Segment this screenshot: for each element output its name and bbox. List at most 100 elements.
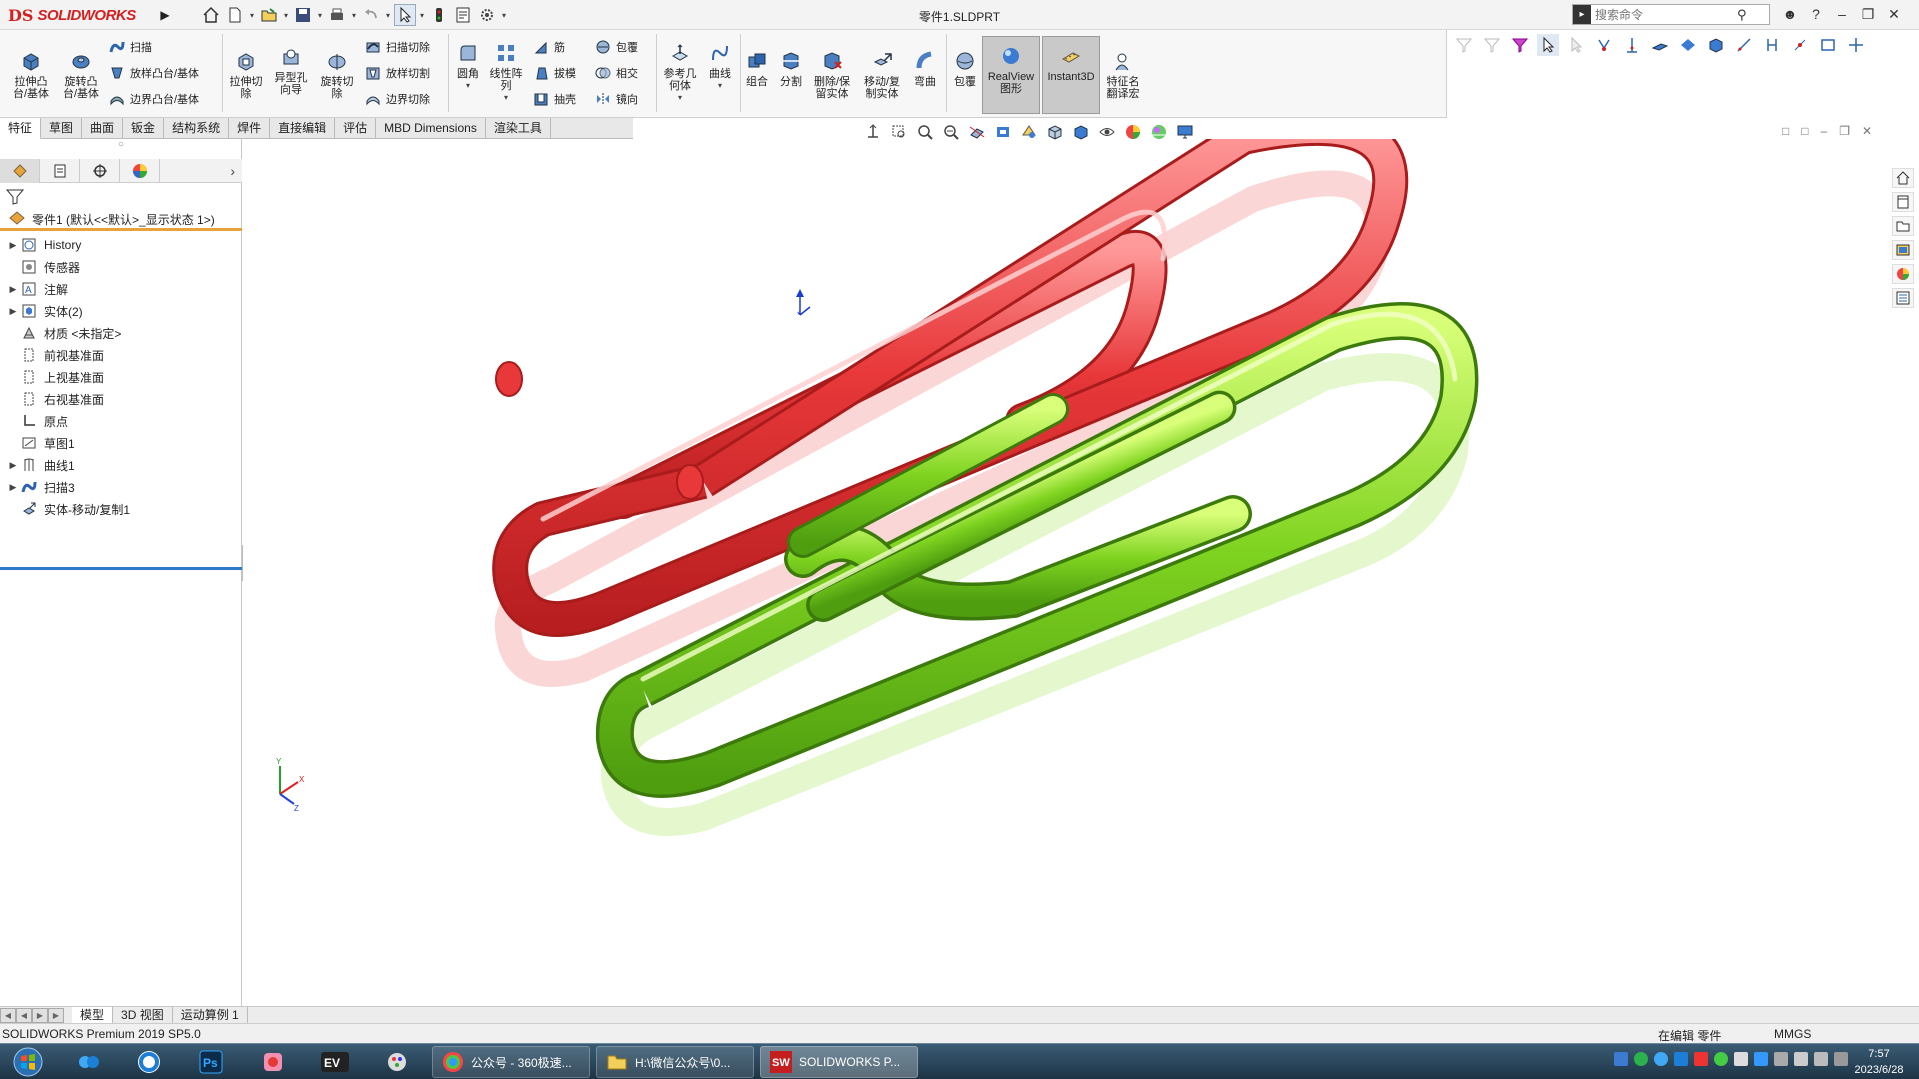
select-vertex-icon[interactable]: [1593, 34, 1615, 56]
palette-app-icon[interactable]: [372, 1047, 422, 1077]
tree-item-material[interactable]: 材质 <未指定>: [0, 322, 242, 344]
tab-render-tools[interactable]: 渲染工具: [486, 118, 551, 139]
taskbar-task-explorer[interactable]: H:\微信公众号\0...: [596, 1046, 754, 1078]
taskbar-task-solidworks[interactable]: SW SOLIDWORKS P...: [760, 1046, 918, 1078]
search-mode-icon[interactable]: ▸: [1573, 5, 1591, 24]
zoom-icon[interactable]: [914, 122, 936, 142]
save-icon[interactable]: [292, 4, 314, 26]
revolve-cut-button[interactable]: 旋转切除: [316, 48, 358, 100]
tree-item-right-plane[interactable]: 右视基准面: [0, 388, 242, 410]
tree-item-move-copy1[interactable]: 实体-移动/复制1: [0, 498, 242, 520]
combine-button[interactable]: 组合: [742, 48, 772, 88]
viewport-minimize-icon[interactable]: –: [1821, 124, 1828, 138]
dynamic-annotation-icon[interactable]: [992, 122, 1014, 142]
unit-system[interactable]: MMGS: [1774, 1027, 1811, 1041]
options-dropdown-icon[interactable]: ▾: [500, 11, 508, 20]
realview-button[interactable]: RealView图形: [982, 36, 1040, 114]
search-icon[interactable]: ⚲: [1737, 7, 1747, 23]
select-loop-icon[interactable]: [1817, 34, 1839, 56]
edit-appearance-icon[interactable]: [1122, 122, 1144, 142]
boundary-cut-button[interactable]: 边界切除: [364, 88, 430, 110]
tray-cloud-icon[interactable]: [1754, 1052, 1768, 1066]
feature-translate-button[interactable]: 特征名翻译宏: [1102, 48, 1144, 100]
user-account-icon[interactable]: ☻: [1780, 4, 1800, 24]
screen-recorder-icon[interactable]: [248, 1047, 298, 1077]
filter-icon[interactable]: [1453, 34, 1475, 56]
minimize-icon[interactable]: –: [1832, 4, 1852, 24]
view-orientation-triad[interactable]: Y X Z: [276, 757, 305, 813]
configuration-manager-tab-icon[interactable]: [80, 159, 120, 183]
split-button[interactable]: 分割: [776, 48, 806, 88]
sweep-button[interactable]: 扫描: [108, 36, 152, 58]
display-style-icon[interactable]: [1070, 122, 1092, 142]
tree-item-top-plane[interactable]: 上视基准面: [0, 366, 242, 388]
reference-geometry-button[interactable]: 参考几何体 ▾: [660, 40, 700, 104]
zoom-area-icon[interactable]: [888, 122, 910, 142]
intersect-button[interactable]: 相交: [594, 62, 638, 84]
select-plane-icon[interactable]: [1649, 34, 1671, 56]
tree-filter-icon[interactable]: [5, 189, 26, 207]
tile-right-icon[interactable]: □: [1801, 124, 1808, 138]
view-monitor-icon[interactable]: [1174, 122, 1196, 142]
undo-dropdown-icon[interactable]: ▾: [384, 11, 392, 20]
tray-wechat-icon[interactable]: [1634, 1052, 1648, 1066]
help-icon[interactable]: ?: [1806, 4, 1826, 24]
view-palette-icon[interactable]: [1892, 240, 1914, 260]
hide-show-items-icon[interactable]: [1096, 122, 1118, 142]
open-dropdown-icon[interactable]: ▾: [282, 11, 290, 20]
expand-arrow-icon[interactable]: ▶: [6, 284, 20, 295]
last-tab-arrow-icon[interactable]: ▶: [48, 1007, 64, 1023]
panel-expand-chevron-icon[interactable]: ›: [230, 163, 235, 179]
fillet-button[interactable]: 圆角 ▾: [452, 40, 484, 92]
property-manager-tab-icon[interactable]: [40, 159, 80, 183]
tab-motion-study[interactable]: 运动算例 1: [173, 1006, 248, 1024]
curves-button[interactable]: 曲线 ▾: [704, 40, 736, 92]
select-axis-icon[interactable]: [1621, 34, 1643, 56]
photoshop-icon[interactable]: Ps: [186, 1047, 236, 1077]
home-icon[interactable]: [200, 4, 222, 26]
select-surface-icon[interactable]: [1677, 34, 1699, 56]
extrude-boss-button[interactable]: 拉伸凸台/基体: [10, 48, 52, 100]
select-disabled-icon[interactable]: [1565, 34, 1587, 56]
select-coordinate-icon[interactable]: [1845, 34, 1867, 56]
solidworks-logo[interactable]: DS SOLIDWORKS: [0, 0, 158, 30]
expand-arrow-icon[interactable]: ▶: [6, 460, 20, 471]
tray-volume-icon[interactable]: [1794, 1052, 1808, 1066]
tree-item-sketch1[interactable]: 草图1: [0, 432, 242, 454]
tab-direct-editing[interactable]: 直接编辑: [270, 118, 336, 139]
next-tab-arrow-icon[interactable]: ▶: [32, 1007, 48, 1023]
curves-dropdown-icon[interactable]: ▾: [718, 80, 722, 92]
extrude-cut-button[interactable]: 拉伸切除: [226, 48, 266, 100]
lofted-cut-button[interactable]: 放样切割: [364, 62, 430, 84]
tab-sheet-metal[interactable]: 钣金: [123, 118, 165, 139]
file-explorer-icon[interactable]: [1892, 216, 1914, 236]
expand-arrow-icon[interactable]: ▶: [6, 306, 20, 317]
expand-arrow-icon[interactable]: ▶: [6, 482, 20, 493]
edge-browser-icon[interactable]: [124, 1047, 174, 1077]
save-dropdown-icon[interactable]: ▾: [316, 11, 324, 20]
tile-left-icon[interactable]: □: [1782, 124, 1789, 138]
filter-edge-icon[interactable]: [1509, 34, 1531, 56]
select-tool-icon[interactable]: [1537, 34, 1559, 56]
viewport-restore-icon[interactable]: ❐: [1839, 124, 1850, 138]
panel-grip[interactable]: ○: [0, 139, 242, 159]
tray-windows-icon[interactable]: [1614, 1052, 1628, 1066]
flex-button[interactable]: 弯曲: [910, 48, 940, 88]
tray-security-icon[interactable]: [1694, 1052, 1708, 1066]
close-icon[interactable]: ✕: [1884, 4, 1904, 24]
tree-item-origin[interactable]: 原点: [0, 410, 242, 432]
command-search-box[interactable]: ▸ ⚲: [1572, 4, 1770, 25]
tree-item-curve1[interactable]: ▶ 曲线1: [0, 454, 242, 476]
tab-weldments[interactable]: 焊件: [229, 118, 271, 139]
tab-model[interactable]: 模型: [72, 1006, 114, 1024]
wrap-button[interactable]: 包覆: [594, 36, 638, 58]
instant3d-button[interactable]: Instant3D: [1042, 36, 1100, 114]
tab-mbd-dimensions[interactable]: MBD Dimensions: [376, 118, 486, 139]
tab-3d-views[interactable]: 3D 视图: [113, 1006, 173, 1024]
select-point-icon[interactable]: [1789, 34, 1811, 56]
file-properties-icon[interactable]: [452, 4, 474, 26]
tab-evaluate[interactable]: 评估: [335, 118, 377, 139]
menu-expand-icon[interactable]: ▶: [158, 0, 172, 30]
tray-network-app-icon[interactable]: [1714, 1052, 1728, 1066]
delete-keep-body-button[interactable]: 删除/保留实体: [810, 48, 854, 100]
